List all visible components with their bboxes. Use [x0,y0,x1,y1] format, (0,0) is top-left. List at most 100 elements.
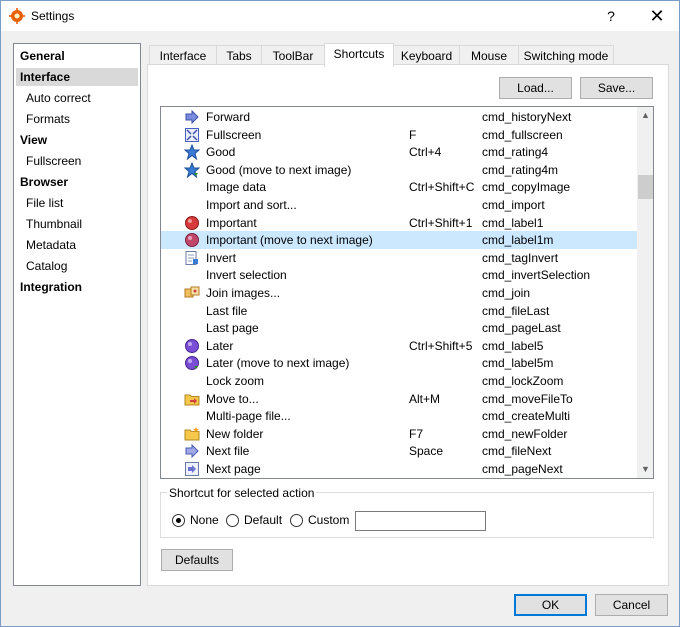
nav-item-auto-correct[interactable]: Auto correct [14,89,140,107]
shortcut-row[interactable]: Join images... cmd_join [161,284,637,302]
save-button[interactable]: Save... [580,77,653,99]
shortcuts-list[interactable]: Forward cmd_historyNext Fullscreen Fcmd_ful… [160,106,654,479]
shortcut-row[interactable]: Later Ctrl+Shift+5 cmd_label5 [161,337,637,355]
load-button[interactable]: Load... [499,77,572,99]
shortcut-row[interactable]: Forward cmd_historyNext [161,108,637,126]
tab-switching-mode[interactable]: Switching mode [518,45,614,66]
radio-none[interactable] [172,514,185,527]
next-file-icon [184,443,200,459]
shortcut-name: Good [206,145,236,160]
shortcut-row[interactable]: Important (move to next image) cmd_label1… [161,231,637,250]
tab-interface[interactable]: Interface [149,45,217,66]
shortcut-row[interactable]: Invert cmd_tagInvert [161,249,637,267]
shortcut-row[interactable]: Last file cmd_fileLast [161,302,637,320]
settings-nav-tree: General Interface Auto correct Formats V… [13,43,141,586]
shortcut-command: cmd_label5 [482,338,544,353]
tab-mouse[interactable]: Mouse [459,45,519,66]
shortcut-row[interactable]: Multi-page file... cmd_createMulti [161,407,637,425]
shortcut-command: cmd_lockZoom [482,374,564,388]
shortcut-name: Important [206,215,257,230]
shortcut-row[interactable]: New folder F7 cmd_newFolder [161,425,637,443]
custom-shortcut-input[interactable] [355,511,486,531]
shortcut-row[interactable]: Next file Space cmd_fileNext [161,442,637,460]
shortcut-command: cmd_invertSelection [482,268,591,283]
shortcut-row[interactable]: Move to... Alt+M cmd_moveFileTo [161,390,637,408]
shortcut-row[interactable]: Invert selection cmd_invertSelection [161,266,637,284]
nav-item-formats[interactable]: Formats [14,110,140,128]
radio-none-label[interactable]: None [190,513,219,527]
shortcut-name: Image data [206,180,267,195]
tab-toolbar[interactable]: ToolBar [261,45,325,66]
ok-button[interactable]: OK [514,594,587,616]
vertical-scrollbar[interactable]: ▲ ▼ [637,107,653,478]
shortcut-name: Next file [206,444,250,459]
shortcut-row[interactable]: Important Ctrl+Shift+1 cmd_label1 [161,214,637,232]
shortcut-groupbox-title: Shortcut for selected action [167,486,317,500]
shortcut-command: cmd_fullscreen [482,127,563,142]
shortcut-row[interactable]: Image data Ctrl+Shift+C cmd_copyImage [161,178,637,196]
cancel-button[interactable]: Cancel [595,594,668,616]
app-logo-icon [9,8,25,24]
radio-custom-label[interactable]: Custom [308,513,349,527]
shortcut-row[interactable]: Last page cmd_pageLast [161,319,637,337]
shortcut-command: cmd_label1m [482,233,554,248]
scroll-up-arrow-icon[interactable]: ▲ [637,107,653,124]
nav-item-browser[interactable]: Browser [14,173,140,191]
radio-default[interactable] [226,514,239,527]
shortcut-key: F [409,127,417,142]
shortcut-command: cmd_fileLast [482,303,550,318]
tab-keyboard[interactable]: Keyboard [393,45,460,66]
tab-strip: Interface Tabs ToolBar Shortcuts Keyboar… [147,43,669,67]
nav-item-interface[interactable]: Interface [16,68,138,86]
shortcut-key: Ctrl+Shift+1 [409,215,473,230]
next-page-icon [184,461,200,477]
shortcut-name: New folder [206,426,264,441]
purple-label-next-icon [184,355,200,371]
radio-custom[interactable] [290,514,303,527]
radio-default-label[interactable]: Default [244,513,282,527]
nav-item-integration[interactable]: Integration [14,278,140,296]
tab-tabs[interactable]: Tabs [216,45,262,66]
shortcut-name: Next page [206,462,261,476]
nav-item-thumbnail[interactable]: Thumbnail [14,215,140,233]
shortcut-name: Import and sort... [206,198,297,212]
help-button[interactable]: ? [601,5,621,27]
shortcut-command: cmd_import [482,198,545,212]
shortcut-command: cmd_rating4 [482,145,549,160]
shortcut-command: cmd_rating4m [482,162,559,177]
invert-icon [184,250,200,266]
shortcut-command: cmd_copyImage [482,180,571,195]
shortcut-command: cmd_label1 [482,215,544,230]
red-label-icon [184,215,200,231]
shortcut-row[interactable]: Import and sort... cmd_import [161,196,637,214]
scroll-thumb[interactable] [638,175,653,199]
nav-item-metadata[interactable]: Metadata [14,236,140,254]
new-folder-icon [184,426,200,442]
star-icon [184,144,200,161]
shortcut-command: cmd_createMulti [482,409,571,424]
shortcut-name: Multi-page file... [206,409,291,424]
nav-item-fullscreen[interactable]: Fullscreen [14,152,140,170]
nav-item-catalog[interactable]: Catalog [14,257,140,275]
star-next-icon [184,161,200,178]
shortcut-row[interactable]: Fullscreen Fcmd_fullscreen [161,126,637,144]
shortcut-command: cmd_newFolder [482,426,568,441]
shortcut-name: Important (move to next image) [206,233,373,248]
shortcut-row[interactable]: Next page cmd_pageNext [161,460,637,478]
shortcut-key: Space [409,444,444,459]
nav-item-general[interactable]: General [14,47,140,65]
shortcut-name: Invert selection [206,268,287,283]
defaults-button[interactable]: Defaults [161,549,233,571]
nav-item-view[interactable]: View [14,131,140,149]
shortcut-row[interactable]: Lock zoom cmd_lockZoom [161,372,637,390]
tab-shortcuts[interactable]: Shortcuts [324,43,394,67]
nav-item-file-list[interactable]: File list [14,194,140,212]
shortcut-row[interactable]: Good (move to next image) cmd_rating4m [161,161,637,179]
shortcut-row[interactable]: Good Ctrl+4 cmd_rating4 [161,143,637,161]
shortcut-name: Fullscreen [206,127,262,142]
scroll-down-arrow-icon[interactable]: ▼ [637,461,653,478]
shortcut-row[interactable]: Later (move to next image) cmd_label5m [161,354,637,372]
fullscreen-icon [184,127,200,143]
close-button[interactable]: ✕ [645,5,669,27]
shortcut-name: Move to... [206,391,259,406]
